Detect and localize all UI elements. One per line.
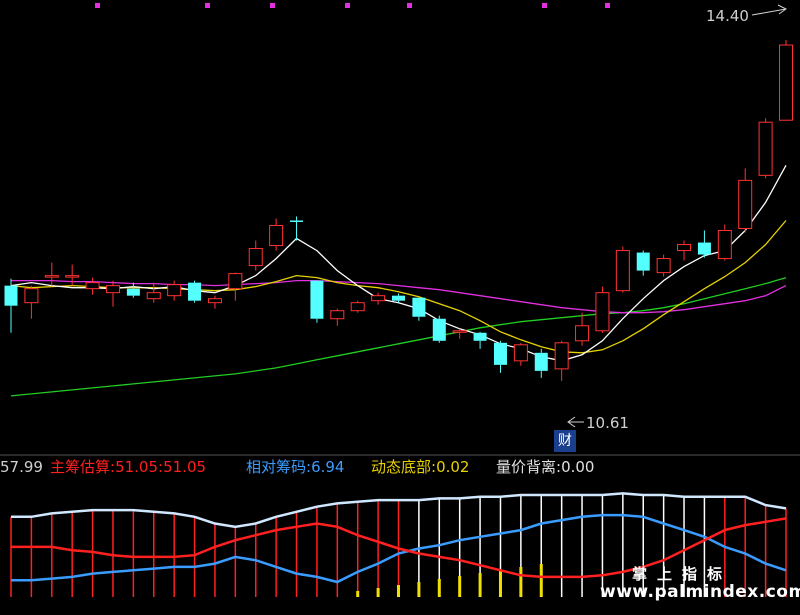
high-annotation-arrow [751, 4, 787, 16]
candle-body [717, 230, 732, 260]
legend-dynamic-bottom: 动态底部: 0.02 [371, 458, 470, 476]
candle-body [697, 242, 711, 255]
candle-body [656, 258, 671, 274]
legend-divergence-value: 0.00 [561, 458, 595, 476]
candle-body [412, 297, 426, 317]
candle-body [85, 282, 100, 290]
candle-body [452, 330, 467, 333]
candle-body [126, 288, 140, 296]
legend-leading-value: 57.99 [0, 458, 43, 476]
legend-relative-chip-value: 6.94 [311, 458, 345, 476]
legend-main-chip-name: 主筹估算 [50, 458, 111, 476]
legend-divergence-name: 量价背离 [496, 458, 557, 476]
candle-body [636, 252, 650, 271]
candle-body [228, 273, 243, 290]
candle-body [330, 310, 345, 320]
legend-main-chip-value: 51.05 [115, 458, 159, 476]
top-markers [95, 3, 610, 8]
low-annotation-arrow [567, 416, 584, 428]
stock-chart [0, 3, 800, 597]
legend-relative-chip-name: 相对筹码 [246, 458, 307, 476]
candle-body [310, 280, 324, 319]
candle-body [4, 285, 18, 306]
candle-body [392, 295, 405, 301]
candle-body [677, 244, 692, 252]
low-price-label: 10.61 [586, 414, 629, 432]
candle-body [758, 121, 773, 176]
candle-body [65, 275, 80, 278]
legend-main-chip: 主筹估算: 51.05 : 51.05 [50, 458, 207, 476]
candle-body [432, 318, 446, 341]
candle-body [513, 344, 528, 362]
candle-body [188, 282, 202, 301]
candle-body [595, 292, 610, 332]
candle-body [24, 288, 39, 304]
candle-body [44, 275, 59, 278]
candle-body [575, 325, 590, 342]
legend-relative-chip: 相对筹码: 6.94 [246, 458, 345, 476]
legend-dynamic-bottom-name: 动态底部 [371, 458, 432, 476]
candle-body [738, 179, 753, 229]
watermark-url: www.palmindex.com [600, 582, 800, 602]
candle-body [493, 342, 507, 365]
candle-body [290, 220, 304, 222]
watermark-cn: 掌上指标 [632, 565, 733, 583]
candle-body [248, 248, 263, 267]
candle-body [269, 224, 284, 247]
candle-body [554, 342, 569, 370]
candle-body [105, 285, 120, 294]
indicator-legend: 57.99 主筹估算: 51.05 : 51.05 相对筹码: 6.94 动态底… [0, 457, 800, 479]
candle-body [350, 302, 365, 312]
legend-main-chip-value2: 51.05 [163, 458, 207, 476]
candle-body [167, 284, 182, 297]
legend-divergence: 量价背离: 0.00 [496, 458, 595, 476]
candle-body [473, 332, 487, 341]
candle-body [146, 292, 161, 300]
candle-body [615, 250, 630, 292]
event-badge[interactable]: 财 [554, 430, 576, 452]
high-price-label: 14.40 [706, 7, 749, 25]
candle-body [371, 295, 386, 302]
legend-dynamic-bottom-value: 0.02 [436, 458, 470, 476]
candlestick-panel [4, 40, 793, 397]
candle-body [207, 298, 222, 304]
candle-body [779, 44, 793, 121]
candle-body [534, 352, 548, 371]
